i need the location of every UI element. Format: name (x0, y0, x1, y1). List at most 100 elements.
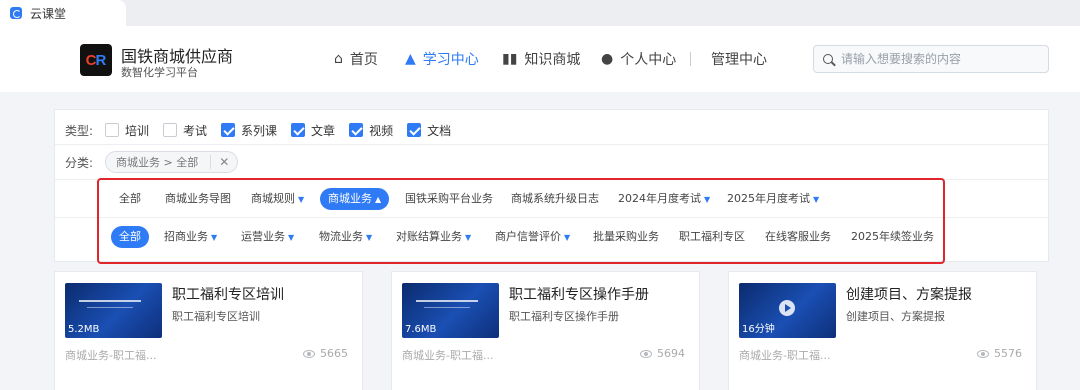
thumbnail-decoration (416, 300, 478, 302)
nav-home-label: 首页 (349, 52, 378, 68)
chevron-down-icon: ▼ (211, 233, 218, 242)
nav-admin-center[interactable]: 管理中心 (711, 48, 767, 70)
checkbox-checked[interactable] (291, 123, 306, 137)
play-icon[interactable] (779, 300, 795, 316)
type-option-label: 考试 (183, 123, 208, 138)
thumbnail-decoration (424, 307, 470, 308)
category-option-mall-business[interactable]: 商城业务 ▲ (320, 188, 390, 210)
category-option-2024-exam[interactable]: 2024年月度考试 ▼ (618, 188, 710, 210)
app-logo-icon (10, 7, 22, 19)
type-option-video[interactable]: 视频 (349, 122, 393, 139)
search-box[interactable] (813, 45, 1049, 73)
close-icon[interactable]: ✕ (210, 155, 229, 169)
subcategory-option-credit[interactable]: 商户信誉评价 ▼ (495, 226, 570, 248)
type-option-document[interactable]: 文档 (407, 122, 451, 139)
chevron-up-icon: ▲ (375, 195, 382, 204)
category-chip-text: 商城业务 > 全部 (116, 156, 199, 169)
chevron-down-icon: ▼ (465, 233, 472, 242)
nav-personal-center[interactable]: ● 个人中心 (601, 48, 676, 70)
chevron-down-icon: ▼ (298, 195, 305, 204)
course-subtitle: 创建项目、方案提报 (846, 310, 945, 323)
eye-icon (303, 349, 315, 358)
duration-badge: 16分钟 (742, 324, 775, 335)
chevron-down-icon: ▼ (288, 233, 295, 242)
type-option-label: 文章 (311, 123, 336, 138)
category-option-mall-rules[interactable]: 商城规则 ▼ (251, 188, 304, 210)
subcategory-option-operation[interactable]: 运营业务 ▼ (241, 226, 294, 248)
subcategory-option-settlement[interactable]: 对账结算业务 ▼ (396, 226, 471, 248)
subcategory-option-2025-renewal[interactable]: 2025年续签业务 (851, 226, 934, 248)
eye-icon (977, 349, 989, 358)
type-option-label: 文档 (427, 123, 452, 138)
checkbox-checked[interactable] (407, 123, 422, 137)
chevron-down-icon: ▼ (813, 195, 820, 204)
subcategory-option-welfare[interactable]: 职工福利专区 (679, 226, 745, 248)
course-title[interactable]: 职工福利专区操作手册 (509, 284, 649, 304)
course-title[interactable]: 创建项目、方案提报 (846, 284, 972, 304)
category-level-1: 全部 商城业务导图 商城规则 ▼ 商城业务 ▲ 国铁采购平台业务 商城系统升级日志 … (55, 179, 1048, 217)
category-option-procurement[interactable]: 国铁采购平台业务 (405, 188, 493, 210)
course-thumbnail[interactable]: 5.2MB (65, 283, 162, 338)
subcategory-option-bulk[interactable]: 批量采购业务 (593, 226, 659, 248)
graduation-cap-icon: ▲ (405, 51, 416, 67)
search-input[interactable] (841, 52, 1041, 66)
nav-knowledge-mall-label: 知识商城 (524, 52, 581, 68)
category-option-2025-exam[interactable]: 2025年月度考试 ▼ (727, 188, 819, 210)
course-card[interactable]: 7.6MB 职工福利专区操作手册 职工福利专区操作手册 商城业务-职工福... … (391, 271, 700, 390)
checkbox-checked[interactable] (349, 123, 364, 137)
type-option-exam[interactable]: 考试 (163, 122, 207, 139)
subcategory-option-logistics[interactable]: 物流业务 ▼ (319, 226, 372, 248)
type-option-series[interactable]: 系列课 (221, 122, 277, 139)
checkbox[interactable] (105, 123, 119, 137)
type-option-training[interactable]: 培训 (105, 122, 149, 139)
course-card[interactable]: 16分钟 创建项目、方案提报 创建项目、方案提报 商城业务-职工福... 557… (728, 271, 1037, 390)
checkbox-checked[interactable] (221, 123, 236, 137)
divider (55, 144, 1048, 145)
category-chip[interactable]: 商城业务 > 全部 ✕ (105, 151, 239, 173)
nav-learning-center-label: 学习中心 (422, 52, 479, 68)
course-thumbnail[interactable]: 16分钟 (739, 283, 836, 338)
category-label: 分类: (65, 155, 94, 170)
view-count: 5665 (303, 347, 348, 360)
category-option-mall-map[interactable]: 商城业务导图 (165, 188, 231, 210)
thumbnail-decoration (87, 307, 133, 308)
view-count: 5576 (977, 347, 1022, 360)
category-option-upgrade-log[interactable]: 商城系统升级日志 (511, 188, 599, 210)
nav-admin-center-label: 管理中心 (711, 52, 767, 68)
course-subtitle: 职工福利专区操作手册 (509, 310, 619, 323)
subcategory-option-merchant[interactable]: 招商业务 ▼ (164, 226, 217, 248)
library-icon: ▮▮ (502, 51, 518, 67)
subcategory-option-all[interactable]: 全部 (111, 226, 149, 248)
home-icon: ⌂ (334, 51, 343, 67)
course-category: 商城业务-职工福... (739, 349, 831, 362)
browser-tab[interactable]: 云课堂 (0, 0, 126, 26)
category-level-2: 全部 招商业务 ▼ 运营业务 ▼ 物流业务 ▼ 对账结算业务 ▼ 商户信誉评价 ▼ 批量采… (55, 217, 1048, 255)
type-option-label: 视频 (369, 123, 394, 138)
chevron-down-icon: ▼ (704, 195, 711, 204)
course-card[interactable]: 5.2MB 职工福利专区培训 职工福利专区培训 商城业务-职工福... 5665 (54, 271, 363, 390)
subcategory-option-service[interactable]: 在线客服业务 (765, 226, 831, 248)
chevron-down-icon: ▼ (366, 233, 373, 242)
course-category: 商城业务-职工福... (65, 349, 157, 362)
nav-divider (690, 52, 691, 66)
brand-logo[interactable]: CR (80, 44, 112, 76)
type-option-label: 系列课 (241, 123, 278, 138)
brand-subtitle: 数智化学习平台 (121, 66, 198, 79)
file-size-badge: 7.6MB (405, 324, 437, 335)
category-option-all[interactable]: 全部 (119, 188, 141, 210)
nav-learning-center[interactable]: ▲ 学习中心 (405, 48, 479, 70)
filter-panel: 类型: 培训 考试 系列课 文章 视频 文档 分类: 商城业务 > 全部 ✕ 全… (54, 109, 1049, 262)
checkbox[interactable] (163, 123, 178, 137)
course-thumbnail[interactable]: 7.6MB (402, 283, 499, 338)
user-icon: ● (601, 51, 614, 67)
type-option-label: 培训 (125, 123, 150, 138)
nav-knowledge-mall[interactable]: ▮▮ 知识商城 (502, 48, 580, 70)
type-option-article[interactable]: 文章 (291, 122, 335, 139)
browser-tab-strip: 云课堂 (0, 0, 1080, 26)
file-size-badge: 5.2MB (68, 324, 100, 335)
nav-home[interactable]: ⌂ 首页 (334, 48, 378, 70)
course-subtitle: 职工福利专区培训 (172, 310, 260, 323)
course-category: 商城业务-职工福... (402, 349, 494, 362)
nav-personal-center-label: 个人中心 (620, 52, 677, 68)
course-title[interactable]: 职工福利专区培训 (172, 284, 284, 304)
